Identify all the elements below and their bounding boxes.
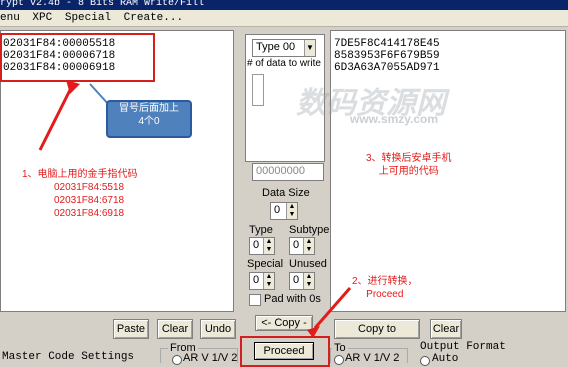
callout-line-2: 4个0 bbox=[138, 116, 160, 127]
annot-proceed-line-2: Proceed bbox=[366, 289, 404, 300]
zero-padding-callout: 冒号后面加上 4个0 bbox=[106, 100, 192, 138]
arrow-proceed-head bbox=[307, 326, 320, 338]
annot-pc-code-3: 02031F84:6918 bbox=[54, 208, 125, 219]
annot-proceed-line-1: 2、进行转换， bbox=[352, 276, 418, 287]
annotation-proceed: 2、进行转换， Proceed bbox=[352, 275, 418, 301]
annotation-pc-code: 1、电脑上用的金手指代码 02031F84:5518 02031F84:6718… bbox=[22, 168, 138, 220]
callout-line-1: 冒号后面加上 bbox=[119, 103, 179, 114]
annot-pc-code-1: 02031F84:5518 bbox=[54, 182, 125, 193]
annotation-android-code: 3、转换后安卓手机 上可用的代码 bbox=[366, 152, 452, 178]
annot-android-line-1: 3、转换后安卓手机 bbox=[366, 153, 452, 164]
arrow-pc-code bbox=[38, 85, 74, 151]
arrow-proceed bbox=[313, 287, 352, 329]
annot-pc-title: 1、电脑上用的金手指代码 bbox=[22, 169, 138, 180]
annot-android-line-2: 上可用的代码 bbox=[378, 166, 439, 177]
annot-pc-code-2: 02031F84:6718 bbox=[54, 195, 125, 206]
